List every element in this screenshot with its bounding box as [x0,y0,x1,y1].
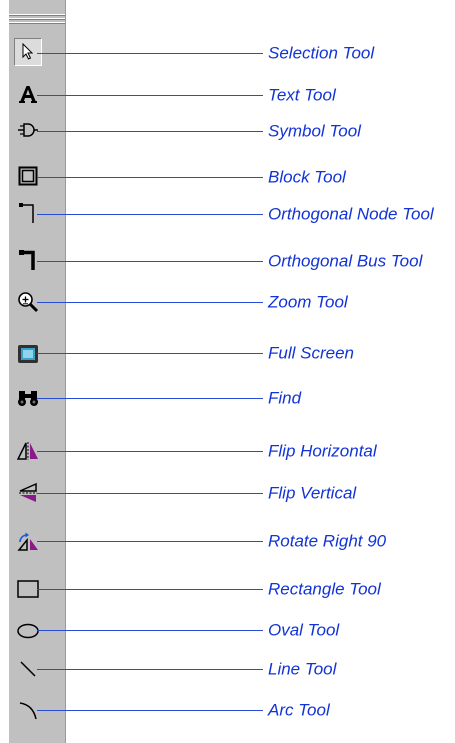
toolbar-grip[interactable] [9,22,65,24]
toolbar-grip[interactable] [9,14,65,16]
zoom-magnifier-icon [17,291,39,313]
callout-label-line-tool: Line Tool [268,659,337,679]
callout-label-oval-tool: Oval Tool [268,620,340,640]
text-tool-button[interactable] [14,80,42,108]
callout-label-find: Find [268,388,302,408]
callout-label-orthogonal-bus-tool: Orthogonal Bus Tool [268,251,423,271]
orthogonal-node-icon [18,202,38,224]
arc-icon [17,699,39,721]
callout-leader-line [37,451,263,452]
callout-label-text-tool: Text Tool [268,85,336,105]
callout-leader-line [37,589,263,590]
callout-leader-line [37,493,263,494]
rectangle-icon [17,580,39,598]
block-square-icon [18,166,38,186]
orthogonal-bus-icon [18,249,38,271]
binoculars-icon [17,389,39,407]
full-screen-icon [17,344,39,364]
callout-leader-line [37,398,263,399]
callout-label-selection-tool: Selection Tool [268,43,375,63]
callout-label-flip-vertical: Flip Vertical [268,483,357,503]
oval-icon [17,623,39,639]
line-icon [18,659,38,679]
callout-label-rectangle-tool: Rectangle Tool [268,579,381,599]
callout-leader-line [37,131,263,132]
callout-leader-line [37,302,263,303]
callout-leader-line [37,261,263,262]
orthogonal-node-tool-button[interactable] [14,199,42,227]
callout-label-symbol-tool: Symbol Tool [268,121,361,141]
text-a-icon [18,84,38,104]
block-tool-button[interactable] [14,162,42,190]
flip-vertical-icon [19,482,37,504]
callout-leader-line [37,53,263,54]
toolbar-grip[interactable] [9,18,65,20]
callout-leader-line [37,177,263,178]
callout-label-rotate-right: Rotate Right 90 [268,531,387,551]
selection-arrow-icon [20,43,36,61]
callout-label-block-tool: Block Tool [268,167,346,187]
full-screen-button[interactable] [14,340,42,368]
callout-leader-line [37,95,263,96]
callout-label-zoom-tool: Zoom Tool [268,292,348,312]
callout-label-arc-tool: Arc Tool [268,700,330,720]
callout-label-orthogonal-node-tool: Orthogonal Node Tool [268,204,434,224]
callout-leader-line [37,541,263,542]
callout-leader-line [37,710,263,711]
callout-label-flip-horizontal: Flip Horizontal [268,441,377,461]
callout-leader-line [37,214,263,215]
callout-label-full-screen: Full Screen [268,343,354,363]
selection-tool-button[interactable] [14,38,42,66]
orthogonal-bus-tool-button[interactable] [14,246,42,274]
symbol-plug-icon [17,121,39,139]
callout-leader-line [37,353,263,354]
oval-tool-button[interactable] [14,617,42,645]
flip-horizontal-icon [17,442,39,460]
callout-leader-line [37,669,263,670]
symbol-tool-button[interactable] [14,116,42,144]
callout-leader-line [37,630,263,631]
rotate-right-icon [17,531,39,551]
